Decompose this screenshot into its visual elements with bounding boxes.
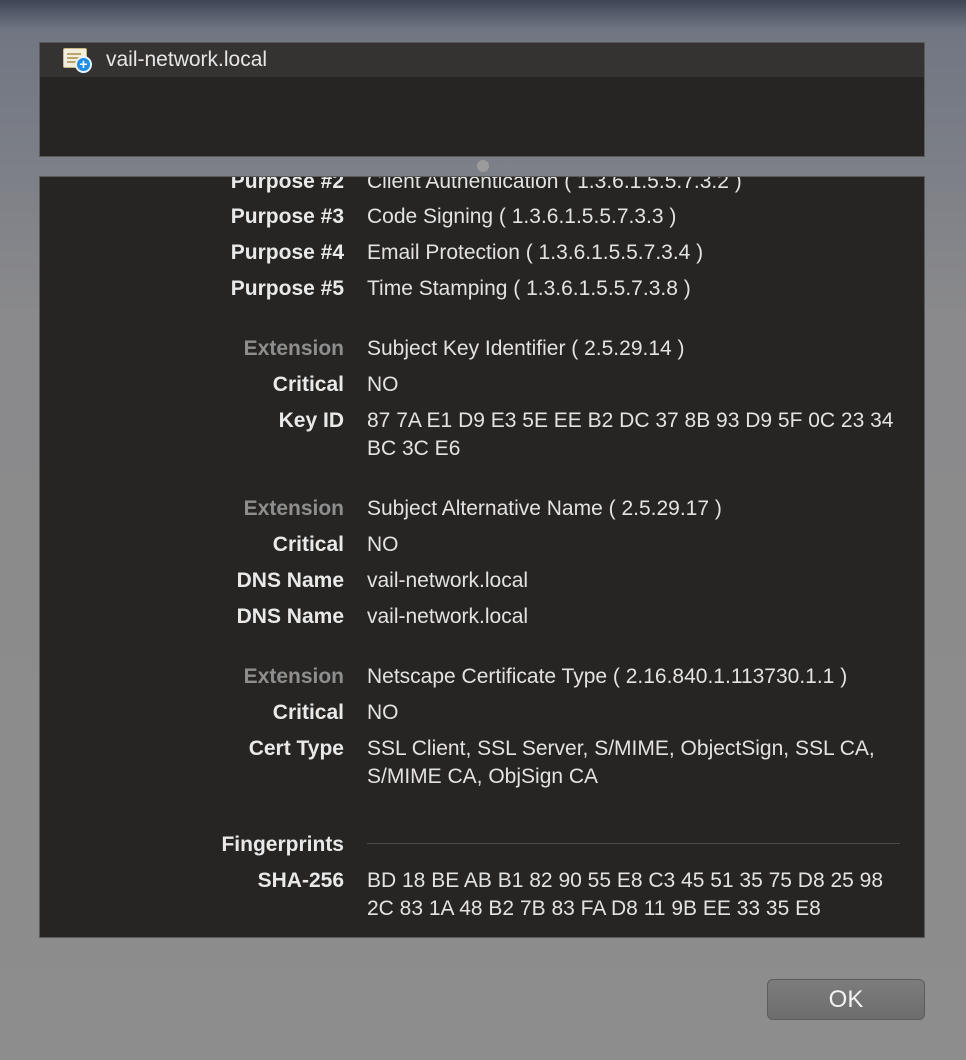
- section-heading: Fingerprints: [221, 833, 344, 856]
- detail-label: Purpose #2: [230, 176, 344, 193]
- splitter-handle[interactable]: [477, 160, 489, 172]
- detail-value: SSL Client, SSL Server, S/MIME, ObjectSi…: [367, 737, 875, 788]
- detail-label: Extension: [243, 337, 344, 360]
- detail-value: vail-network.local: [367, 569, 529, 592]
- detail-value: vail-network.local: [367, 605, 529, 628]
- detail-label: SHA-256: [257, 869, 344, 892]
- detail-label: Key ID: [278, 409, 344, 432]
- detail-label: DNS Name: [236, 569, 344, 592]
- detail-label: DNS Name: [236, 605, 344, 628]
- detail-value: Netscape Certificate Type ( 2.16.840.1.1…: [367, 665, 848, 688]
- detail-label: Extension: [243, 497, 344, 520]
- detail-label: Critical: [272, 701, 344, 724]
- detail-value: Client Authentication ( 1.3.6.1.5.5.7.3.…: [367, 176, 742, 193]
- section-divider: [367, 843, 900, 844]
- detail-label: Extension: [243, 665, 344, 688]
- detail-label: Cert Type: [248, 737, 344, 760]
- detail-label: Critical: [272, 373, 344, 396]
- certificate-summary-panel: + vail-network.local: [39, 42, 925, 157]
- ok-button[interactable]: OK: [767, 979, 925, 1020]
- detail-value: NO: [367, 533, 399, 556]
- detail-label: Critical: [272, 533, 344, 556]
- certificate-header: + vail-network.local: [40, 43, 924, 77]
- detail-value: Subject Key Identifier ( 2.5.29.14 ): [367, 337, 685, 360]
- certificate-details-panel[interactable]: Purpose #2 Client Authentication ( 1.3.6…: [39, 176, 925, 938]
- detail-label: Purpose #4: [230, 241, 344, 264]
- detail-value: NO: [367, 701, 399, 724]
- detail-value: Subject Alternative Name ( 2.5.29.17 ): [367, 497, 722, 520]
- detail-value: Code Signing ( 1.3.6.1.5.5.7.3.3 ): [367, 205, 677, 228]
- detail-value: Email Protection ( 1.3.6.1.5.5.7.3.4 ): [367, 241, 704, 264]
- detail-label: Purpose #3: [230, 205, 344, 228]
- detail-value: 87 7A E1 D9 E3 5E EE B2 DC 37 8B 93 D9 5…: [367, 409, 894, 460]
- certificate-add-icon: +: [62, 46, 94, 74]
- detail-label: Purpose #5: [230, 277, 344, 300]
- detail-value: Time Stamping ( 1.3.6.1.5.5.7.3.8 ): [367, 277, 691, 300]
- detail-value: NO: [367, 373, 399, 396]
- detail-value: BD 18 BE AB B1 82 90 55 E8 C3 45 51 35 7…: [367, 869, 884, 920]
- certificate-sheet: + vail-network.local Purpose #2 Client A…: [0, 0, 966, 1060]
- certificate-title: vail-network.local: [106, 48, 268, 71]
